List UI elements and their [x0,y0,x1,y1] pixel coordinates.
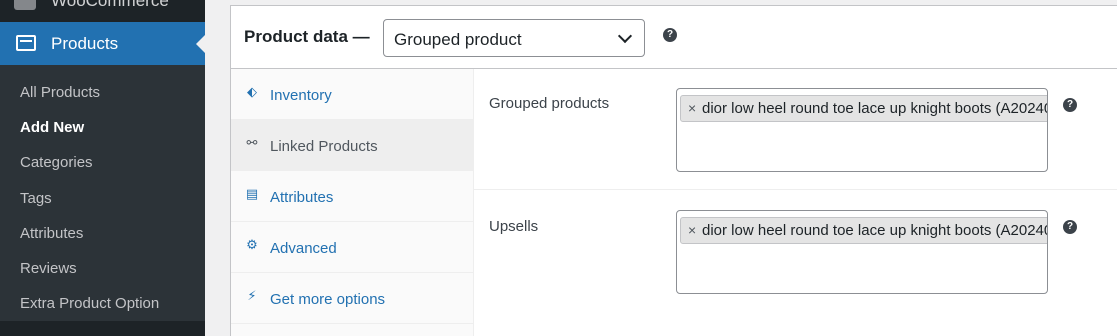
menu-woocommerce[interactable]: WooCommerce [0,0,205,20]
tab-advanced[interactable]: ⚙ Advanced [231,222,474,273]
chevron-down-icon [617,28,633,44]
remove-icon[interactable]: × [688,222,696,238]
tab-label: Linked Products [270,138,378,155]
grouped-products-label: Grouped products [489,95,610,112]
grouped-products-field: Grouped products × dior low heel round t… [474,69,1117,190]
upsells-label: Upsells [489,218,539,235]
tab-label: Inventory [270,87,332,104]
admin-sidebar: WooCommerce Products All Products Add Ne… [0,0,205,336]
tab-linked-products[interactable]: ⚯ Linked Products [231,120,474,171]
current-menu-arrow [196,35,205,53]
submenu-reviews[interactable]: Reviews [20,260,77,277]
product-data-panel: Product data — Grouped product ? ⬖ Inven… [230,5,1117,336]
list-icon: ▤ [245,187,259,202]
tag-icon: ⬖ [247,85,257,100]
chip-label: dior low heel round toe lace up knight b… [702,222,1048,239]
plug-icon: ⚡ [247,289,257,304]
products-archive-icon [16,35,36,51]
help-icon[interactable]: ? [1063,220,1077,234]
help-icon[interactable]: ? [1063,98,1077,112]
product-data-tabs: ⬖ Inventory ⚯ Linked Products ▤ Attribut… [231,69,474,336]
menu-products[interactable]: Products [0,22,205,65]
product-type-select[interactable]: Grouped product [383,19,645,57]
help-icon[interactable]: ? [663,28,677,42]
submenu-categories[interactable]: Categories [20,154,93,171]
menu-woocommerce-label: WooCommerce [51,0,169,10]
product-data-header: Product data — Grouped product ? [231,6,1117,69]
tab-label: Get more options [270,291,386,308]
submenu-extra-product-option[interactable]: Extra Product Option [20,295,159,312]
submenu-divider [0,321,205,336]
product-data-title: Product data — [244,27,370,46]
upsells-field: Upsells × dior low heel round toe lace u… [474,191,1117,336]
tab-label: Attributes [270,189,334,206]
chip-label: dior low heel round toe lace up knight b… [702,100,1048,117]
tab-get-more-options[interactable]: ⚡ Get more options [231,273,474,324]
woocommerce-icon [14,0,36,10]
upsells-input[interactable]: × dior low heel round toe lace up knight… [676,210,1048,294]
gear-icon: ⚙ [246,238,258,253]
submenu-all-products[interactable]: All Products [20,84,100,101]
tab-label: Advanced [270,240,337,257]
submenu-add-new[interactable]: Add New [20,119,84,136]
product-type-value: Grouped product [394,30,522,49]
selected-product-chip: × dior low heel round toe lace up knight… [680,217,1048,244]
tab-inventory[interactable]: ⬖ Inventory [231,69,474,120]
products-submenu: All Products Add New Categories Tags Att… [0,65,205,336]
grouped-products-input[interactable]: × dior low heel round toe lace up knight… [676,88,1048,172]
remove-icon[interactable]: × [688,100,696,116]
selected-product-chip: × dior low heel round toe lace up knight… [680,95,1048,122]
link-icon: ⚯ [246,136,258,151]
menu-products-label: Products [51,34,119,53]
submenu-tags[interactable]: Tags [20,190,52,207]
submenu-attributes[interactable]: Attributes [20,225,83,242]
tab-attributes[interactable]: ▤ Attributes [231,171,474,222]
